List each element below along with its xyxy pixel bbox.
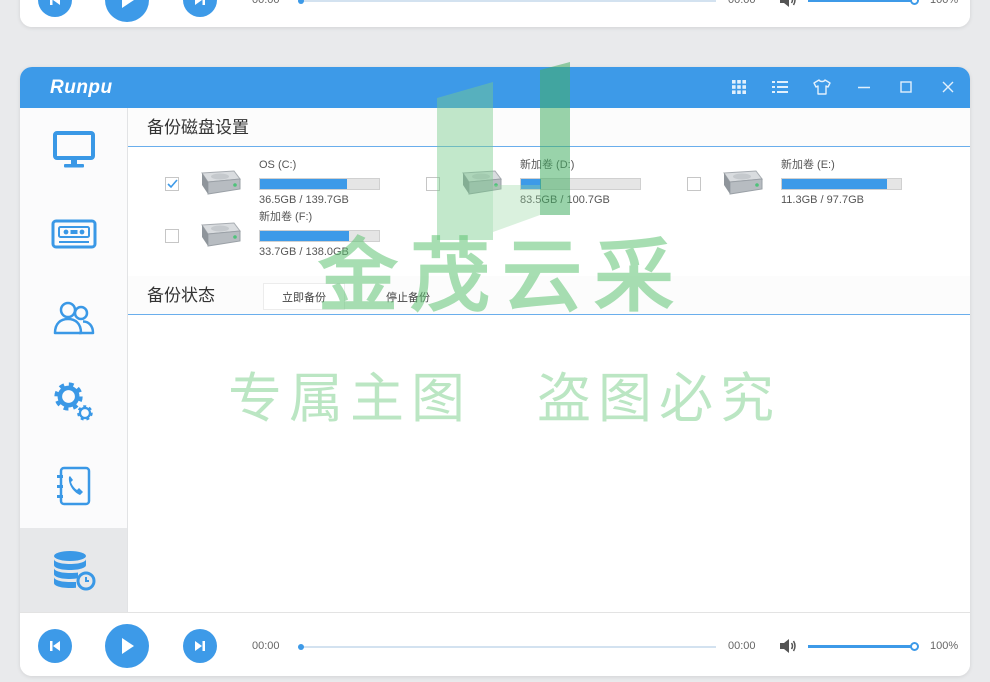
skin-button[interactable] <box>813 78 831 96</box>
next-track-button[interactable] <box>183 0 217 17</box>
disk-usage-fill <box>260 179 347 189</box>
disk-usage-bar <box>259 178 380 190</box>
users-icon <box>53 301 94 335</box>
gears-icon <box>53 382 93 421</box>
close-button[interactable] <box>939 78 957 96</box>
progress-handle[interactable] <box>298 0 304 4</box>
disk-settings-header: 备份磁盘设置 <box>128 108 970 147</box>
progress-slider[interactable] <box>298 644 716 650</box>
progress-slider[interactable] <box>298 0 716 4</box>
maximize-icon <box>900 81 912 93</box>
previous-player-bar: 00:00 00:00 100% <box>20 0 970 27</box>
sidebar-item-backup[interactable] <box>20 528 127 612</box>
disk-label: 新加卷 (D:) <box>520 159 575 171</box>
disk-usage-fill <box>260 231 350 241</box>
current-time: 00:00 <box>252 640 280 652</box>
disk-usage-fill <box>782 179 887 189</box>
sidebar <box>20 108 128 612</box>
backup-status-header: 备份状态 立即备份 停止备份 <box>128 276 970 315</box>
disk-item-c: OS (C:) 36.5GB / 139.7GB <box>165 158 426 210</box>
title-bar: Runpu <box>20 67 970 108</box>
phone-book-icon <box>56 466 90 506</box>
start-backup-button[interactable]: 立即备份 <box>263 283 345 310</box>
app-logo: Runpu <box>50 77 113 98</box>
content-area: 备份磁盘设置 OS (C:) 36.5GB / 139.7GB 新加卷 (D:) <box>128 108 970 612</box>
cassette-icon <box>51 219 96 249</box>
disk-checkbox-f[interactable] <box>165 229 179 243</box>
disk-usage-bar <box>259 230 380 242</box>
hard-drive-icon <box>723 170 763 195</box>
progress-handle[interactable] <box>298 644 304 650</box>
minimize-icon <box>858 86 870 89</box>
list-menu-button[interactable] <box>771 78 789 96</box>
previous-track-button[interactable] <box>38 0 72 17</box>
disk-list: OS (C:) 36.5GB / 139.7GB 新加卷 (D:) 83.5GB… <box>165 158 948 262</box>
hard-drive-icon <box>201 222 241 247</box>
total-time: 00:00 <box>728 0 756 6</box>
next-icon <box>195 0 205 5</box>
volume-icon[interactable] <box>779 0 797 8</box>
disk-usage-bar <box>781 178 902 190</box>
current-time: 00:00 <box>252 0 280 6</box>
disk-size: 33.7GB / 138.0GB <box>259 246 349 258</box>
grid-icon <box>732 80 746 94</box>
disk-label: 新加卷 (F:) <box>259 211 313 223</box>
volume-fill <box>808 642 919 651</box>
play-icon <box>122 0 134 8</box>
volume-fill <box>808 0 919 5</box>
play-icon <box>122 638 134 654</box>
play-button[interactable] <box>105 624 149 668</box>
disk-label: 新加卷 (E:) <box>781 159 835 171</box>
stop-backup-button[interactable]: 停止备份 <box>367 283 449 310</box>
maximize-button[interactable] <box>897 78 915 96</box>
hard-drive-icon <box>462 170 502 195</box>
disk-settings-title: 备份磁盘设置 <box>147 118 249 138</box>
close-icon <box>942 81 954 93</box>
backup-status-title: 备份状态 <box>147 286 215 306</box>
disk-checkbox-c[interactable] <box>165 177 179 191</box>
previous-icon <box>50 641 60 651</box>
volume-slider[interactable] <box>808 642 919 651</box>
total-time: 00:00 <box>728 640 756 652</box>
sidebar-item-settings[interactable] <box>20 360 127 444</box>
main-window: Runpu 备份磁盘设置 OS (C:) 36.5GB / 139.7GB 新加… <box>20 67 970 676</box>
previous-track-button[interactable] <box>38 629 72 663</box>
disk-size: 11.3GB / 97.7GB <box>781 194 864 206</box>
disk-size: 83.5GB / 100.7GB <box>520 194 610 206</box>
grid-menu-button[interactable] <box>730 78 748 96</box>
disk-usage-fill <box>521 179 542 189</box>
disk-usage-bar <box>520 178 641 190</box>
volume-label: 100% <box>930 0 959 6</box>
sidebar-item-users[interactable] <box>20 276 127 360</box>
next-icon <box>195 641 205 651</box>
minimize-button[interactable] <box>855 78 873 96</box>
volume-slider[interactable] <box>808 0 919 5</box>
disk-item-e: 新加卷 (E:) 11.3GB / 97.7GB <box>687 158 948 210</box>
next-track-button[interactable] <box>183 629 217 663</box>
database-icon <box>53 551 95 591</box>
play-button[interactable] <box>105 0 149 22</box>
previous-icon <box>50 0 60 5</box>
disk-checkbox-d[interactable] <box>426 177 440 191</box>
sidebar-item-cassette[interactable] <box>20 192 127 276</box>
disk-item-d: 新加卷 (D:) 83.5GB / 100.7GB <box>426 158 687 210</box>
sidebar-item-monitor[interactable] <box>20 108 127 192</box>
volume-icon[interactable] <box>779 638 797 654</box>
checkmark-icon <box>166 179 178 189</box>
disk-label: OS (C:) <box>259 159 297 171</box>
previous-window: 00:00 00:00 100% <box>20 0 970 27</box>
hard-drive-icon <box>201 170 241 195</box>
player-bar: 00:00 00:00 100% <box>20 612 970 676</box>
disk-item-f: 新加卷 (F:) 33.7GB / 138.0GB <box>165 210 426 262</box>
volume-handle[interactable] <box>910 0 919 5</box>
sidebar-item-contacts[interactable] <box>20 444 127 528</box>
disk-checkbox-e[interactable] <box>687 177 701 191</box>
monitor-icon <box>52 131 95 168</box>
skin-icon <box>813 79 831 95</box>
volume-label: 100% <box>930 640 959 652</box>
volume-handle[interactable] <box>910 642 919 651</box>
list-icon <box>772 81 788 93</box>
disk-size: 36.5GB / 139.7GB <box>259 194 349 206</box>
